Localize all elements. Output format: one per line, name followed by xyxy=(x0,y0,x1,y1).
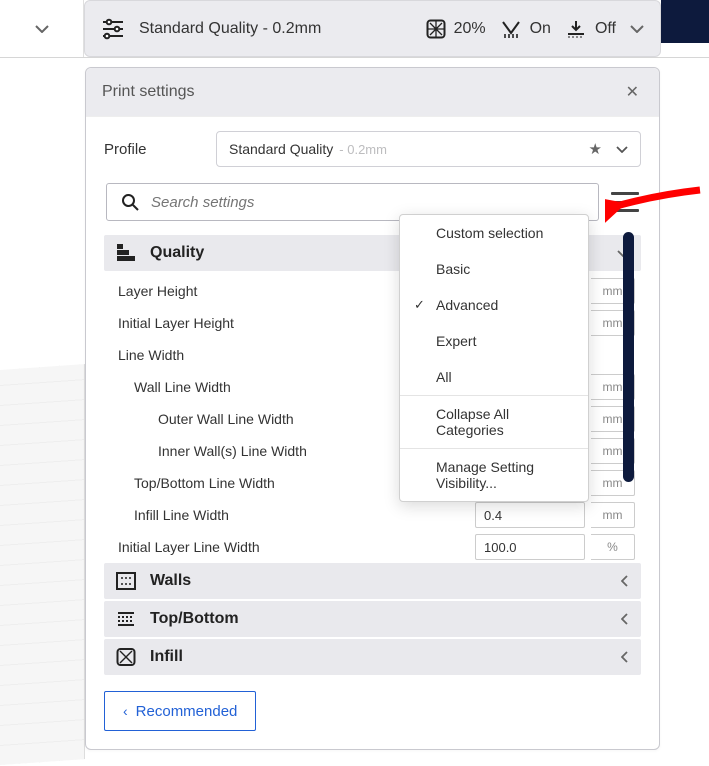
category-name: Infill xyxy=(150,648,183,666)
category-name: Top/Bottom xyxy=(150,610,239,628)
profile-label: Profile xyxy=(104,141,200,158)
sliders-icon xyxy=(101,18,125,40)
star-icon[interactable]: ★ xyxy=(589,140,602,158)
toolbar-dropdown[interactable] xyxy=(0,0,84,57)
print-summary-bar[interactable]: Standard Quality - 0.2mm 20% On Off xyxy=(84,0,661,57)
panel-header: Print settings ✕ xyxy=(86,68,659,117)
scrollbar-thumb[interactable] xyxy=(623,232,634,482)
chevron-down-icon xyxy=(616,146,628,153)
visibility-option-expert[interactable]: Expert xyxy=(400,323,588,359)
visibility-option-advanced[interactable]: Advanced xyxy=(400,287,588,323)
close-icon[interactable]: ✕ xyxy=(622,78,643,106)
walls-icon xyxy=(116,572,136,590)
infill-icon xyxy=(426,19,446,39)
visibility-menu-button[interactable] xyxy=(611,192,639,212)
visibility-menu: Custom selectionBasicAdvancedExpertAll C… xyxy=(399,214,589,502)
quality-icon xyxy=(116,244,136,262)
category-walls[interactable]: Walls xyxy=(104,563,641,599)
profile-summary-text: Standard Quality - 0.2mm xyxy=(139,20,321,38)
recommended-button[interactable]: ‹ Recommended xyxy=(104,691,256,731)
chevron-left-icon xyxy=(621,575,629,587)
profile-name: Standard Quality xyxy=(229,141,333,157)
build-plate-background xyxy=(0,364,85,765)
chevron-left-icon xyxy=(621,651,629,663)
manage-visibility-item[interactable]: Manage Setting Visibility... xyxy=(400,449,588,501)
setting-value-input[interactable]: 100.0 xyxy=(475,534,585,560)
setting-value-input[interactable]: 0.4 xyxy=(475,502,585,528)
chevron-left-icon: ‹ xyxy=(123,703,128,719)
recommended-label: Recommended xyxy=(136,703,238,720)
setting-label: Infill Line Width xyxy=(110,507,467,523)
collapse-all-item[interactable]: Collapse All Categories xyxy=(400,396,588,448)
topbar-separator xyxy=(0,57,709,58)
support-icon xyxy=(500,19,522,39)
setting-label: Initial Layer Line Width xyxy=(110,539,467,555)
chevron-left-icon xyxy=(621,613,629,625)
summary-caret-icon xyxy=(630,25,644,33)
profile-suffix: - 0.2mm xyxy=(339,142,387,157)
category-name: Walls xyxy=(150,572,191,590)
navy-corner xyxy=(661,0,709,43)
search-icon xyxy=(121,193,139,211)
search-input[interactable] xyxy=(151,194,584,211)
setting-unit: mm xyxy=(591,502,635,528)
infill-pct: 20% xyxy=(454,20,486,38)
panel-title: Print settings xyxy=(102,83,194,101)
infill-icon xyxy=(116,648,136,666)
profile-selector[interactable]: Standard Quality - 0.2mm ★ xyxy=(216,131,641,167)
support-state: On xyxy=(530,20,551,38)
visibility-option-custom-selection[interactable]: Custom selection xyxy=(400,215,588,251)
adhesion-icon xyxy=(565,19,587,39)
visibility-option-all[interactable]: All xyxy=(400,359,588,395)
setting-row: Initial Layer Line Width 100.0% xyxy=(104,531,641,563)
adhesion-state: Off xyxy=(595,20,616,38)
setting-unit: % xyxy=(591,534,635,560)
category-name: Quality xyxy=(150,244,204,262)
topbottom-icon xyxy=(116,610,136,628)
visibility-option-basic[interactable]: Basic xyxy=(400,251,588,287)
category-topbottom[interactable]: Top/Bottom xyxy=(104,601,641,637)
setting-row: Infill Line Width 0.4mm xyxy=(104,499,641,531)
category-infill[interactable]: Infill xyxy=(104,639,641,675)
profile-row: Profile Standard Quality - 0.2mm ★ xyxy=(104,131,641,167)
